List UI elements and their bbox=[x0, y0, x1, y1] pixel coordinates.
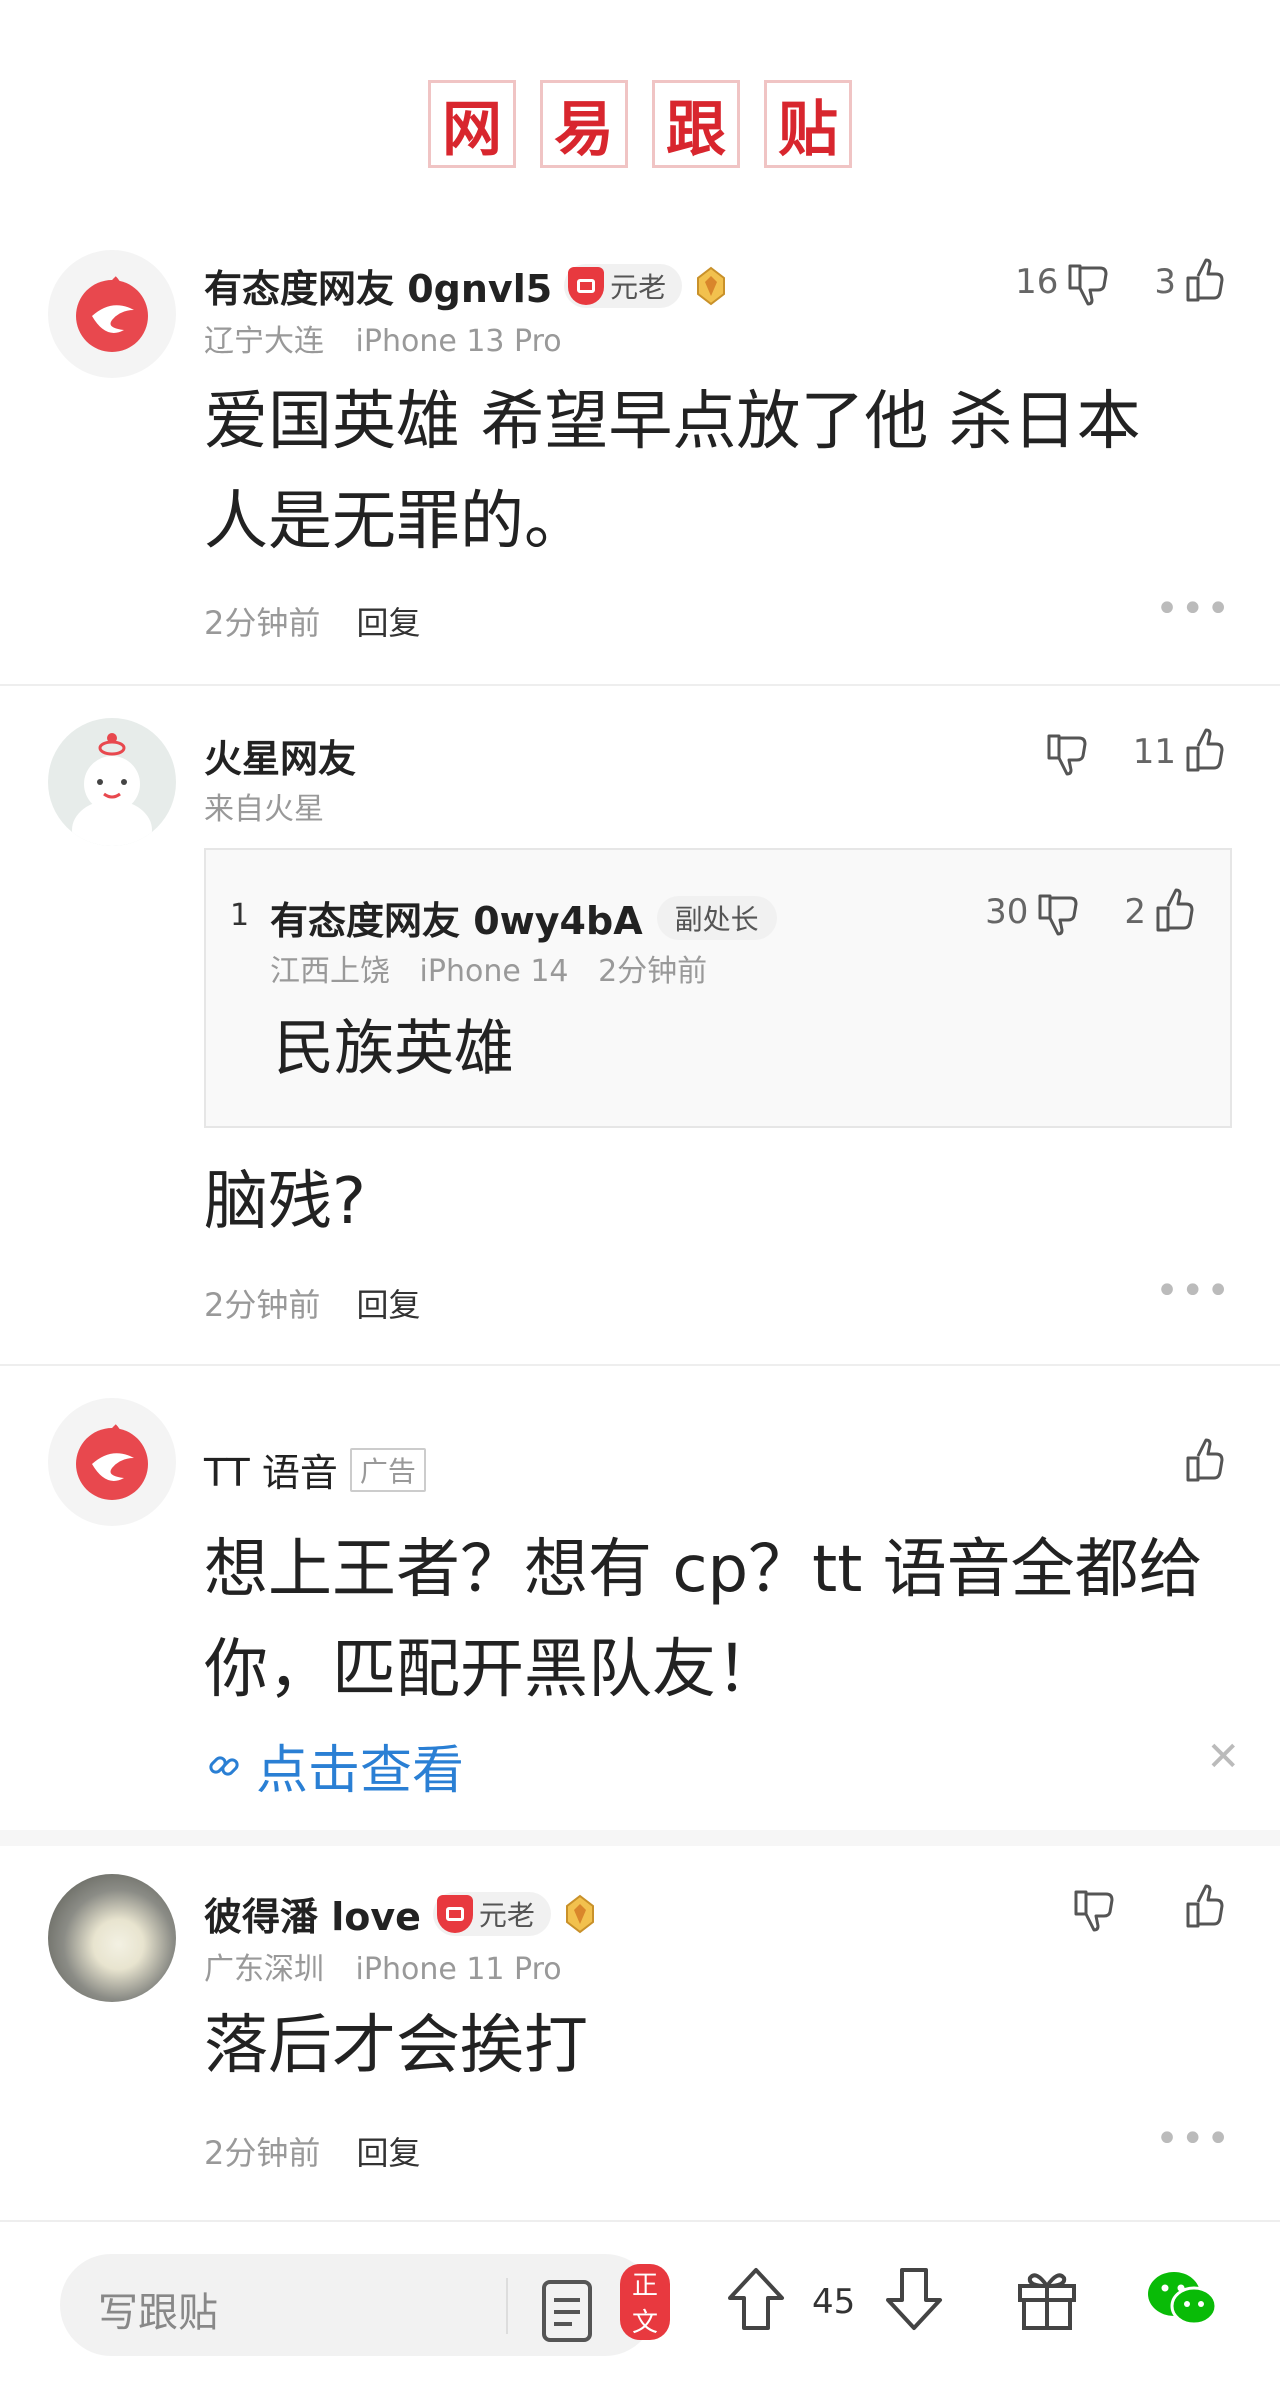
username[interactable]: 有态度网友 0gnvl5 bbox=[204, 258, 552, 313]
thumbs-up-icon bbox=[1186, 1884, 1224, 1928]
location: 辽宁大连 bbox=[204, 324, 324, 359]
device: iPhone 11 Pro bbox=[355, 1952, 562, 1987]
timestamp: 2分钟前 bbox=[204, 604, 321, 642]
logo-char: 贴 bbox=[764, 80, 852, 168]
thumbs-up-icon bbox=[1186, 258, 1224, 302]
like-count: 3 bbox=[1154, 262, 1176, 302]
location: 广东深圳 bbox=[204, 1952, 324, 1987]
divider bbox=[0, 1364, 1280, 1366]
thumbs-down-icon bbox=[1068, 264, 1108, 306]
quoted-text: 民族英雄 bbox=[274, 1014, 514, 1084]
timestamp: 2分钟前 bbox=[204, 2134, 321, 2172]
dislike-button[interactable] bbox=[1068, 1882, 1120, 1934]
timestamp: 2分钟前 bbox=[204, 1286, 321, 1324]
rank-badge: 副处长 bbox=[656, 895, 777, 940]
shield-icon bbox=[568, 266, 605, 305]
link-icon bbox=[209, 1755, 239, 1776]
comment-text: 落后才会挨打 bbox=[204, 2009, 588, 2083]
medal-icon bbox=[697, 266, 726, 305]
close-icon[interactable]: ✕ bbox=[1206, 1734, 1240, 1780]
quoted-comment[interactable]: 1 有态度网友 0wy4bA 副处长 江西上饶 iPhone 14 2分钟前 3… bbox=[204, 848, 1232, 1128]
gift-icon[interactable] bbox=[1014, 2266, 1080, 2332]
mars-avatar-icon bbox=[72, 733, 152, 846]
like-count: 11 bbox=[1132, 732, 1176, 772]
logo-char: 跟 bbox=[652, 80, 740, 168]
badge-label: 元老 bbox=[610, 270, 667, 304]
location: 来自火星 bbox=[204, 792, 324, 827]
vote-count: 45 bbox=[812, 2282, 856, 2322]
like-button[interactable] bbox=[1180, 1436, 1232, 1488]
dislike-count: 16 bbox=[1015, 262, 1059, 302]
downvote-arrow-icon[interactable] bbox=[884, 2266, 944, 2332]
like-button[interactable]: 3 bbox=[1154, 256, 1232, 308]
like-button[interactable]: 2 bbox=[1124, 886, 1202, 938]
avatar[interactable] bbox=[48, 1874, 176, 2002]
write-comment-input[interactable]: 写跟贴 正文 bbox=[60, 2254, 671, 2356]
divider bbox=[506, 2278, 508, 2334]
netease-avatar-icon bbox=[76, 1424, 148, 1500]
reply-button[interactable]: 回复 bbox=[357, 2134, 421, 2172]
floor-number: 1 bbox=[230, 898, 250, 933]
rank-badge: 元老 bbox=[432, 1891, 551, 1936]
thumbs-down-icon bbox=[1074, 1890, 1114, 1932]
article-badge: 正文 bbox=[620, 2264, 671, 2340]
username[interactable]: 火星网友 bbox=[204, 728, 356, 783]
avatar[interactable] bbox=[48, 1398, 176, 1526]
thumbs-up-icon bbox=[1156, 888, 1194, 932]
ad-tag: 广告 bbox=[349, 1447, 426, 1492]
like-button[interactable]: 11 bbox=[1133, 726, 1232, 778]
dislike-button[interactable]: 30 bbox=[985, 886, 1084, 938]
device: iPhone 13 Pro bbox=[355, 324, 562, 359]
medal-icon bbox=[565, 1894, 594, 1933]
write-comment-placeholder: 写跟贴 bbox=[98, 2290, 218, 2336]
wechat-icon[interactable] bbox=[1144, 2266, 1220, 2332]
upvote-arrow-icon[interactable] bbox=[726, 2266, 786, 2332]
divider bbox=[0, 684, 1280, 686]
avatar[interactable] bbox=[48, 718, 176, 846]
thumbs-down-icon bbox=[1038, 894, 1078, 936]
thumbs-up-icon bbox=[1186, 728, 1224, 772]
divider bbox=[0, 1830, 1280, 1846]
ad-name[interactable]: TT 语音 bbox=[204, 1442, 338, 1497]
more-options-icon[interactable]: ••• bbox=[1155, 586, 1232, 632]
reply-button[interactable]: 回复 bbox=[357, 1286, 421, 1324]
quoted-username[interactable]: 有态度网友 0wy4bA bbox=[270, 890, 643, 945]
dislike-button[interactable] bbox=[1041, 726, 1093, 778]
logo-char: 易 bbox=[540, 80, 628, 168]
ad-text: 想上王者？想有 cp？tt 语音全都给你，匹配开黑队友！ bbox=[204, 1533, 1203, 1707]
avatar[interactable] bbox=[48, 250, 176, 378]
like-button[interactable] bbox=[1180, 1882, 1232, 1934]
ad-link[interactable]: 点击查看 bbox=[204, 1728, 464, 1803]
bottom-toolbar: 写跟贴 正文 45 bbox=[0, 2220, 1280, 2390]
shield-icon bbox=[436, 1894, 473, 1933]
logo-char: 网 bbox=[428, 80, 516, 168]
device: iPhone 14 bbox=[419, 954, 569, 989]
username[interactable]: 彼得潘 love bbox=[204, 1886, 421, 1941]
netease-comments-logo: 网 易 跟 贴 bbox=[0, 80, 1280, 168]
ad-link-label: 点击查看 bbox=[256, 1741, 465, 1801]
netease-avatar-icon bbox=[76, 276, 148, 352]
like-count: 2 bbox=[1124, 892, 1146, 932]
comment-text: 爱国英雄 希望早点放了他 杀日本人是无罪的。 bbox=[204, 385, 1141, 559]
comment-text: 脑残? bbox=[204, 1165, 366, 1239]
dislike-button[interactable]: 16 bbox=[1015, 256, 1114, 308]
rank-badge: 元老 bbox=[564, 263, 683, 308]
thumbs-up-icon bbox=[1186, 1438, 1224, 1482]
more-options-icon[interactable]: ••• bbox=[1155, 1268, 1232, 1314]
timestamp: 2分钟前 bbox=[598, 954, 708, 989]
badge-label: 元老 bbox=[478, 1898, 535, 1932]
thumbs-down-icon bbox=[1047, 734, 1087, 776]
reply-button[interactable]: 回复 bbox=[357, 604, 421, 642]
dislike-count: 30 bbox=[985, 892, 1029, 932]
location: 江西上饶 bbox=[270, 954, 390, 989]
more-options-icon[interactable]: ••• bbox=[1155, 2116, 1232, 2162]
